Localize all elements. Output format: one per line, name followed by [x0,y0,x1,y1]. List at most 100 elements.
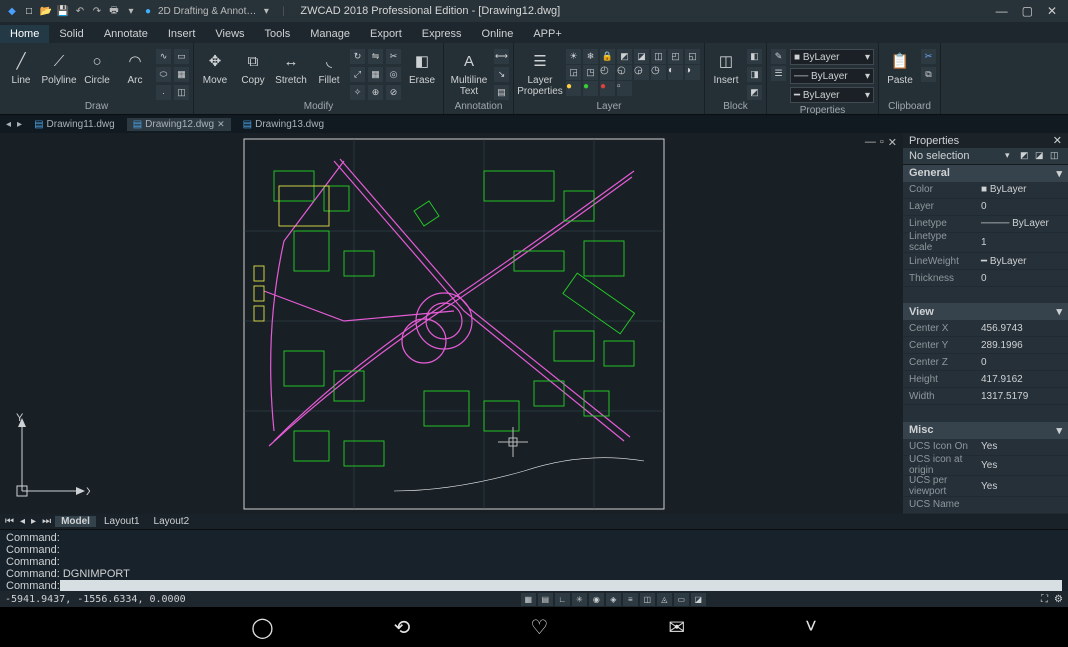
attr-icon[interactable]: ◩ [747,85,762,100]
workspace-dropdown-icon[interactable]: ▾ [259,4,273,18]
undo-icon[interactable]: ↶ [73,4,87,18]
command-input[interactable] [60,580,1062,591]
prop-ucs-vp[interactable]: UCS per viewportYes [903,476,1068,497]
section-general[interactable]: General▾ [903,165,1068,182]
select-objects-icon[interactable]: ◫ [1050,150,1062,162]
quick-select-icon[interactable]: ◩ [1020,150,1032,162]
layout-prev[interactable]: ◂ [18,516,27,527]
tab-app[interactable]: APP+ [523,25,571,43]
lb[interactable]: ● [583,81,598,96]
doc-close-icon[interactable]: ✕ [888,136,897,149]
line-button[interactable]: ╱Line [4,47,38,86]
table-icon[interactable]: ▤ [494,85,509,100]
edit-block-icon[interactable]: ◨ [747,67,762,82]
clean-screen-icon[interactable]: ⛶ [1041,594,1048,605]
l1[interactable]: ◲ [566,65,581,80]
trim-icon[interactable]: ✂ [386,49,401,64]
section-view[interactable]: View▾ [903,303,1068,320]
prop-color[interactable]: Color■ ByLayer [903,182,1068,199]
model-toggle[interactable]: ▭ [674,593,689,606]
prop-ltscale[interactable]: Linetype scale1 [903,233,1068,254]
layout-next[interactable]: ▸ [29,516,38,527]
prop-layer[interactable]: Layer0 [903,199,1068,216]
redo-icon[interactable]: ↷ [90,4,104,18]
l7[interactable]: ◐ [668,65,683,80]
layer-off-icon[interactable]: ◫ [651,49,666,64]
prop-lineweight[interactable]: LineWeight━ ByLayer [903,253,1068,270]
dim-icon[interactable]: ⟷ [494,49,509,64]
paste-button[interactable]: 📋Paste [883,47,917,86]
join-icon[interactable]: ⊕ [368,85,383,100]
layer-lock-icon[interactable]: 🔒 [600,49,615,64]
layout-last[interactable]: ⏭ [40,516,53,527]
prop-cz[interactable]: Center Z0 [903,354,1068,371]
prop-linetype[interactable]: Linetype──── ByLayer [903,216,1068,233]
workspace-selector[interactable]: 2D Drafting & Annot… [158,4,256,18]
match-icon[interactable]: ✎ [771,49,786,64]
grid-toggle[interactable]: ▤ [538,593,553,606]
polar-toggle[interactable]: ✳ [572,593,587,606]
layer-props-button[interactable]: ☰Layer Properties [518,47,562,97]
l2[interactable]: ◳ [583,65,598,80]
qat-dropdown-icon[interactable]: ▾ [124,4,138,18]
lwt-toggle[interactable]: ≡ [623,593,638,606]
doc-min-icon[interactable]: — [865,136,876,149]
file-tab-0[interactable]: ▤Drawing11.dwg [28,118,121,131]
section-misc[interactable]: Misc▾ [903,422,1068,439]
erase-button[interactable]: ◧Erase [405,47,439,86]
ortho-toggle[interactable]: ∟ [555,593,570,606]
doc-max-icon[interactable]: ▫ [880,136,884,149]
tab-annotate[interactable]: Annotate [94,25,158,43]
app-logo-icon[interactable]: ◆ [5,4,19,18]
mirror-icon[interactable]: ⇋ [368,49,383,64]
file-tab-1[interactable]: ▤Drawing12.dwg✕ [127,118,231,131]
layer-color-icon[interactable]: ◩ [617,49,632,64]
insert-button[interactable]: ◫Insert [709,47,743,86]
retweet-icon[interactable]: ⟲ [394,615,411,640]
tab-export[interactable]: Export [360,25,412,43]
snap-toggle[interactable]: ▦ [521,593,536,606]
chevron-down-icon[interactable]: ˅ [805,616,817,639]
open-icon[interactable]: 📂 [39,4,53,18]
customize-icon[interactable]: ⚙ [1054,594,1063,605]
polyline-button[interactable]: ⟋Polyline [42,47,76,86]
circle-button[interactable]: ○Circle [80,47,114,86]
scale-icon[interactable]: ⤢ [350,67,365,82]
tab-solid[interactable]: Solid [49,25,93,43]
file-nav-right[interactable]: ▸ [17,119,22,130]
l5[interactable]: ◶ [634,65,649,80]
like-icon[interactable]: ♡ [530,615,548,640]
layer-prev-icon[interactable]: ◰ [668,49,683,64]
new-icon[interactable]: □ [22,4,36,18]
list-icon[interactable]: ☰ [771,66,786,81]
layer-on-icon[interactable]: ☀ [566,49,581,64]
layout-2[interactable]: Layout2 [148,516,196,527]
comment-icon[interactable]: ◯ [251,615,273,640]
lineweight-combo[interactable]: ━ ByLayer▾ [790,87,874,103]
point-icon[interactable]: · [156,85,171,100]
prop-ucs-on[interactable]: UCS Icon OnYes [903,439,1068,456]
layer-state-icon[interactable]: ◱ [685,49,700,64]
prop-ucs-origin[interactable]: UCS icon at originYes [903,456,1068,477]
dyn-toggle[interactable]: ◫ [640,593,655,606]
lc[interactable]: ● [600,81,615,96]
make-block-icon[interactable]: ◧ [747,49,762,64]
fillet-button[interactable]: ◟Fillet [312,47,346,86]
layout-first[interactable]: ⏮ [3,516,16,527]
osnap-toggle[interactable]: ◉ [589,593,604,606]
layer-iso-icon[interactable]: ◪ [634,49,649,64]
cut-icon[interactable]: ✂ [921,49,936,64]
tab-manage[interactable]: Manage [300,25,360,43]
qp-toggle[interactable]: ◪ [691,593,706,606]
color-combo[interactable]: ■ ByLayer▾ [790,49,874,65]
ld[interactable]: ▫ [617,81,632,96]
spline-icon[interactable]: ∿ [156,49,171,64]
mtext-button[interactable]: AMultiline Text [448,47,490,97]
prop-thickness[interactable]: Thickness0 [903,270,1068,287]
break-icon[interactable]: ⊘ [386,85,401,100]
tab-views[interactable]: Views [205,25,254,43]
region-icon[interactable]: ◫ [174,85,189,100]
maximize-button[interactable]: ▢ [1019,4,1036,18]
move-button[interactable]: ✥Move [198,47,232,86]
l3[interactable]: ◴ [600,65,615,80]
